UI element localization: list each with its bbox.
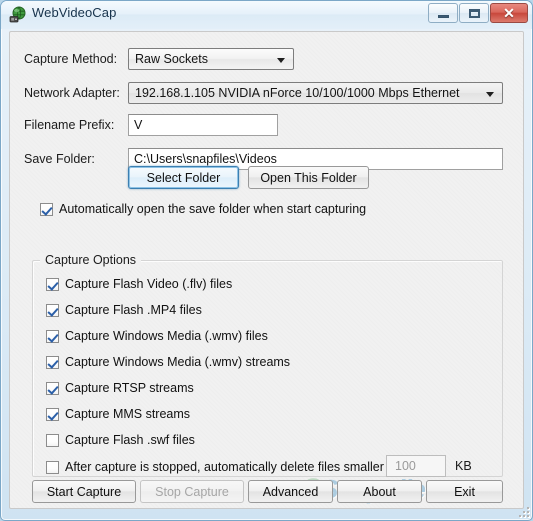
globe-camera-icon	[9, 6, 26, 23]
delete-small-files-label: After capture is stopped, automatically …	[65, 460, 416, 474]
exit-button[interactable]: Exit	[426, 480, 503, 503]
resize-grip[interactable]	[515, 503, 529, 517]
filename-prefix-input[interactable]: V	[128, 114, 278, 136]
checkbox-icon	[46, 277, 59, 291]
option-rtsp-checkbox[interactable]: Capture RTSP streams	[46, 381, 194, 395]
delete-size-input[interactable]: 100	[386, 455, 446, 477]
window-title: WebVideoCap	[32, 5, 117, 20]
option-mms-label: Capture MMS streams	[65, 407, 191, 421]
save-folder-label: Save Folder:	[24, 152, 95, 166]
auto-open-folder-checkbox[interactable]: Automatically open the save folder when …	[40, 202, 366, 216]
maximize-button[interactable]	[459, 3, 489, 23]
option-mp4-checkbox[interactable]: Capture Flash .MP4 files	[46, 303, 202, 317]
checkbox-icon	[46, 329, 59, 343]
close-button[interactable]: ✕	[490, 3, 528, 23]
option-swf-checkbox[interactable]: Capture Flash .swf files	[46, 433, 195, 447]
title-bar[interactable]: WebVideoCap ✕	[1, 1, 532, 29]
option-mms-checkbox[interactable]: Capture MMS streams	[46, 407, 190, 421]
advanced-button[interactable]: Advanced	[248, 480, 333, 503]
stop-capture-button[interactable]: Stop Capture	[140, 480, 244, 503]
delete-size-unit-label: KB	[455, 459, 472, 473]
select-folder-button[interactable]: Select Folder	[128, 166, 239, 189]
chevron-down-icon	[486, 92, 494, 97]
chevron-down-icon	[277, 58, 285, 63]
checkbox-icon	[46, 433, 59, 447]
checkbox-icon	[46, 303, 59, 317]
checkbox-icon	[46, 460, 59, 474]
save-folder-value: C:\Users\snapfiles\Videos	[134, 152, 277, 166]
checkbox-icon	[46, 355, 59, 369]
option-swf-label: Capture Flash .swf files	[65, 433, 195, 447]
option-wmv-files-checkbox[interactable]: Capture Windows Media (.wmv) files	[46, 329, 268, 343]
filename-prefix-value: V	[134, 118, 143, 132]
capture-options-group-label: Capture Options	[40, 253, 142, 267]
maximize-icon	[460, 4, 488, 22]
checkbox-icon	[46, 407, 59, 421]
open-this-folder-button[interactable]: Open This Folder	[248, 166, 369, 189]
option-mp4-label: Capture Flash .MP4 files	[65, 303, 202, 317]
minimize-icon	[429, 4, 457, 22]
network-adapter-dropdown[interactable]: 192.168.1.105 NVIDIA nForce 10/100/1000 …	[128, 82, 503, 104]
close-icon: ✕	[503, 4, 515, 21]
option-flv-label: Capture Flash Video (.flv) files	[65, 277, 233, 291]
delete-size-value: 100	[395, 459, 416, 473]
auto-open-folder-label: Automatically open the save folder when …	[59, 202, 367, 216]
delete-small-files-checkbox[interactable]: After capture is stopped, automatically …	[46, 460, 415, 474]
filename-prefix-label: Filename Prefix:	[24, 118, 115, 132]
option-wmv-streams-checkbox[interactable]: Capture Windows Media (.wmv) streams	[46, 355, 290, 369]
capture-method-value: Raw Sockets	[135, 52, 208, 66]
minimize-button[interactable]	[428, 3, 458, 23]
network-adapter-value: 192.168.1.105 NVIDIA nForce 10/100/1000 …	[135, 86, 460, 100]
start-capture-button[interactable]: Start Capture	[32, 480, 136, 503]
network-adapter-label: Network Adapter:	[24, 86, 120, 100]
checkbox-icon	[46, 381, 59, 395]
option-rtsp-label: Capture RTSP streams	[65, 381, 194, 395]
option-wmv-streams-label: Capture Windows Media (.wmv) streams	[65, 355, 291, 369]
option-wmv-files-label: Capture Windows Media (.wmv) files	[65, 329, 268, 343]
capture-method-label: Capture Method:	[24, 52, 118, 66]
about-button[interactable]: About	[337, 480, 422, 503]
dialog-client-area: Capture Method: Raw Sockets Network Adap…	[9, 31, 524, 509]
option-flv-checkbox[interactable]: Capture Flash Video (.flv) files	[46, 277, 232, 291]
application-window: WebVideoCap ✕ Capture Method: Raw Socket…	[0, 0, 533, 521]
capture-method-dropdown[interactable]: Raw Sockets	[128, 48, 294, 70]
checkbox-icon	[40, 202, 53, 216]
